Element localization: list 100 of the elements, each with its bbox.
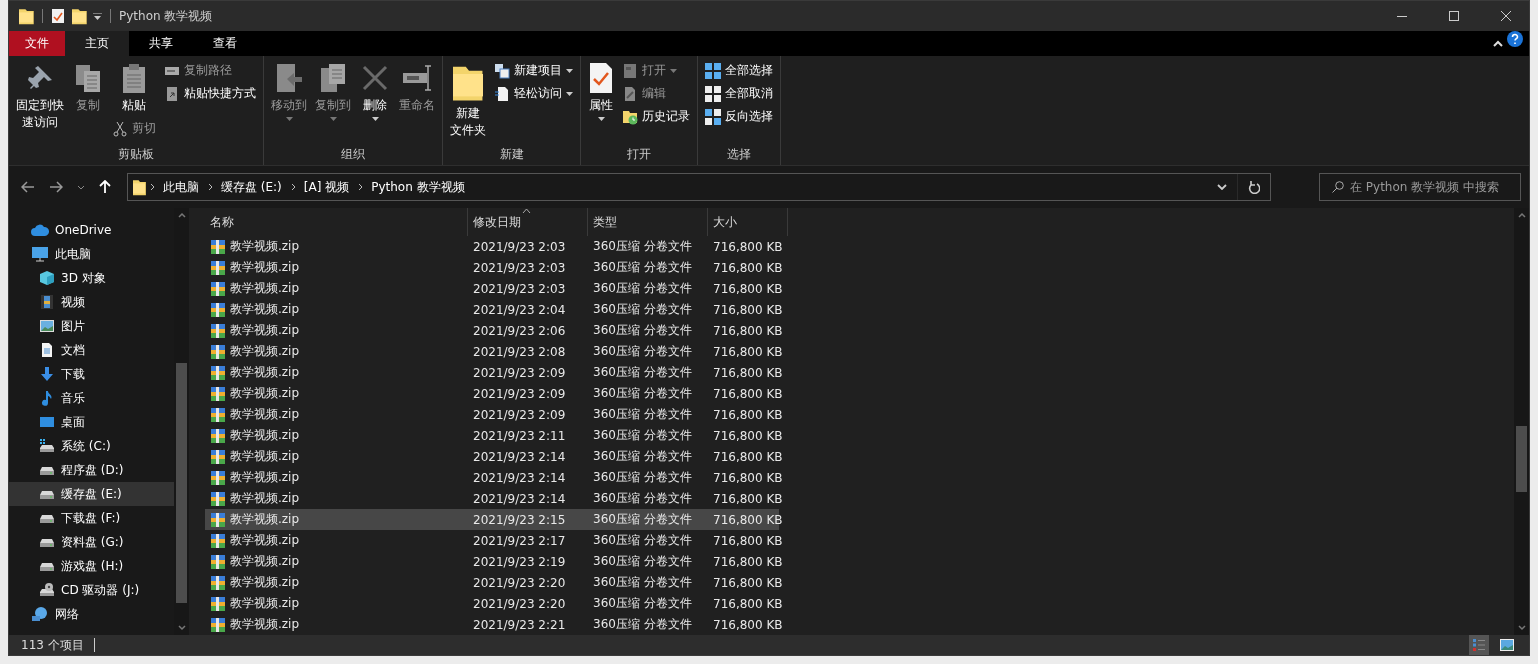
ribbon-tab[interactable]: 共享 bbox=[129, 31, 193, 56]
sidebar-item[interactable]: 程序盘 (D:) bbox=[9, 458, 174, 482]
invert-selection-icon bbox=[705, 108, 721, 125]
file-name: 教学视频.zip bbox=[230, 343, 300, 360]
chevron-up-icon bbox=[1493, 40, 1503, 47]
sidebar-item[interactable]: 音乐 bbox=[9, 386, 174, 410]
sidebar-item[interactable]: 桌面 bbox=[9, 410, 174, 434]
sidebar-item[interactable]: 网络 bbox=[9, 602, 174, 626]
column-header[interactable]: 大小 bbox=[708, 208, 788, 236]
file-name: 教学视频.zip bbox=[230, 259, 300, 276]
ribbon-tab[interactable]: 主页 bbox=[65, 31, 129, 56]
sidebar-item[interactable]: 下载盘 (F:) bbox=[9, 506, 174, 530]
file-name: 教学视频.zip bbox=[230, 238, 300, 255]
address-bar[interactable]: 此电脑 缓存盘 (E:) [A] 视频 Python 教学视频 bbox=[127, 173, 1271, 201]
sidebar-item[interactable]: 系统 (C:) bbox=[9, 434, 174, 458]
breadcrumb[interactable]: [A] 视频 bbox=[298, 178, 355, 196]
file-name: 教学视频.zip bbox=[230, 385, 300, 402]
breadcrumb[interactable]: 此电脑 bbox=[158, 178, 204, 196]
file-size: 716,800 KB bbox=[713, 554, 783, 569]
image-icon bbox=[1500, 639, 1514, 651]
breadcrumb[interactable]: 缓存盘 (E:) bbox=[216, 178, 287, 196]
file-type: 360压缩 分卷文件 bbox=[593, 533, 692, 547]
archive-icon bbox=[210, 616, 226, 633]
file-size: 716,800 KB bbox=[713, 470, 783, 485]
file-size: 716,800 KB bbox=[713, 281, 783, 296]
modified-date: 2021/9/23 2:09 bbox=[473, 365, 566, 380]
search-field[interactable]: 在 Python 教学视频 中搜索 bbox=[1319, 173, 1521, 201]
archive-icon bbox=[210, 574, 226, 591]
ribbon-button[interactable]: 全部选择 bbox=[702, 60, 776, 81]
new-item-icon bbox=[494, 62, 510, 79]
column-header[interactable]: 名称 bbox=[205, 208, 468, 236]
file-type: 360压缩 分卷文件 bbox=[593, 575, 692, 589]
sidebar-item[interactable]: 资料盘 (G:) bbox=[9, 530, 174, 554]
edit-icon bbox=[622, 85, 638, 102]
sidebar-item[interactable]: 此电脑 bbox=[9, 242, 174, 266]
system-drive-icon bbox=[39, 438, 55, 454]
ribbon-button[interactable]: 属性 bbox=[585, 60, 617, 123]
file-type: 360压缩 分卷文件 bbox=[593, 449, 692, 463]
checklist-icon bbox=[51, 8, 65, 24]
ribbon-button[interactable]: 反向选择 bbox=[702, 106, 776, 127]
file-name: 教学视频.zip bbox=[230, 322, 300, 339]
file-type: 360压缩 分卷文件 bbox=[593, 554, 692, 568]
ribbon-button[interactable]: 固定到快 速访问 bbox=[13, 60, 67, 133]
ribbon-button[interactable]: 粘贴快捷方式 bbox=[161, 83, 259, 104]
modified-date: 2021/9/23 2:17 bbox=[473, 533, 566, 548]
scrollbar-thumb[interactable] bbox=[176, 363, 187, 603]
archive-icon bbox=[210, 343, 226, 360]
arrow-right-icon bbox=[49, 181, 63, 193]
easy-access-icon bbox=[494, 85, 510, 102]
file-name: 教学视频.zip bbox=[230, 280, 300, 297]
file-menu-tab[interactable]: 文件 bbox=[9, 31, 65, 56]
ribbon-button[interactable]: 历史记录 bbox=[619, 106, 693, 127]
archive-icon bbox=[210, 385, 226, 402]
window-title: Python 教学视频 bbox=[119, 7, 213, 25]
file-size: 716,800 KB bbox=[713, 575, 783, 590]
sidebar-item[interactable]: OneDrive bbox=[9, 218, 174, 242]
file-type: 360压缩 分卷文件 bbox=[593, 344, 692, 358]
ribbon-button[interactable]: 新建项目 bbox=[491, 60, 576, 81]
scrollbar-thumb[interactable] bbox=[1516, 426, 1527, 492]
sidebar-item[interactable]: 视频 bbox=[9, 290, 174, 314]
sidebar-item[interactable]: 缓存盘 (E:) bbox=[9, 482, 174, 506]
file-type: 360压缩 分卷文件 bbox=[593, 491, 692, 505]
sidebar-item[interactable]: 3D 对象 bbox=[9, 266, 174, 290]
file-size: 716,800 KB bbox=[713, 491, 783, 506]
column-header[interactable]: 修改日期 bbox=[468, 208, 588, 236]
modified-date: 2021/9/23 2:21 bbox=[473, 617, 566, 632]
file-type: 360压缩 分卷文件 bbox=[593, 512, 692, 526]
modified-date: 2021/9/23 2:11 bbox=[473, 428, 566, 443]
breadcrumb[interactable]: Python 教学视频 bbox=[366, 178, 470, 196]
details-view-icon bbox=[1472, 638, 1486, 652]
modified-date: 2021/9/23 2:03 bbox=[473, 281, 566, 296]
sidebar-item[interactable]: 游戏盘 (H:) bbox=[9, 554, 174, 578]
scissors-icon bbox=[112, 120, 128, 137]
sidebar-item[interactable]: 下载 bbox=[9, 362, 174, 386]
ribbon-button[interactable]: 轻松访问 bbox=[491, 83, 576, 104]
ribbon-button[interactable]: 全部取消 bbox=[702, 83, 776, 104]
file-name: 教学视频.zip bbox=[230, 574, 300, 591]
group-label: 组织 bbox=[340, 145, 366, 163]
ribbon-tab[interactable]: 查看 bbox=[193, 31, 257, 56]
file-name: 教学视频.zip bbox=[230, 406, 300, 423]
file-name: 教学视频.zip bbox=[230, 364, 300, 381]
file-size: 716,800 KB bbox=[713, 449, 783, 464]
file-size: 716,800 KB bbox=[713, 239, 783, 254]
sidebar-item[interactable]: 图片 bbox=[9, 314, 174, 338]
file-size: 716,800 KB bbox=[713, 365, 783, 380]
ribbon-button[interactable]: 删除 bbox=[356, 60, 394, 123]
file-name: 教学视频.zip bbox=[230, 532, 300, 549]
file-type: 360压缩 分卷文件 bbox=[593, 596, 692, 610]
modified-date: 2021/9/23 2:14 bbox=[473, 491, 566, 506]
scrollbar[interactable] bbox=[1514, 208, 1529, 635]
file-name: 教学视频.zip bbox=[230, 469, 300, 486]
group-label: 新建 bbox=[498, 145, 525, 163]
sidebar-item[interactable]: CD 驱动器 (J:) bbox=[9, 578, 174, 602]
ribbon-button[interactable]: 粘贴 bbox=[109, 60, 159, 116]
ribbon-button[interactable]: 新建 文件夹 bbox=[447, 60, 489, 141]
column-header[interactable]: 类型 bbox=[588, 208, 708, 236]
cube-icon bbox=[39, 270, 55, 286]
group-label: 剪贴板 bbox=[117, 145, 155, 163]
archive-icon bbox=[210, 427, 226, 444]
sidebar-item[interactable]: 文档 bbox=[9, 338, 174, 362]
